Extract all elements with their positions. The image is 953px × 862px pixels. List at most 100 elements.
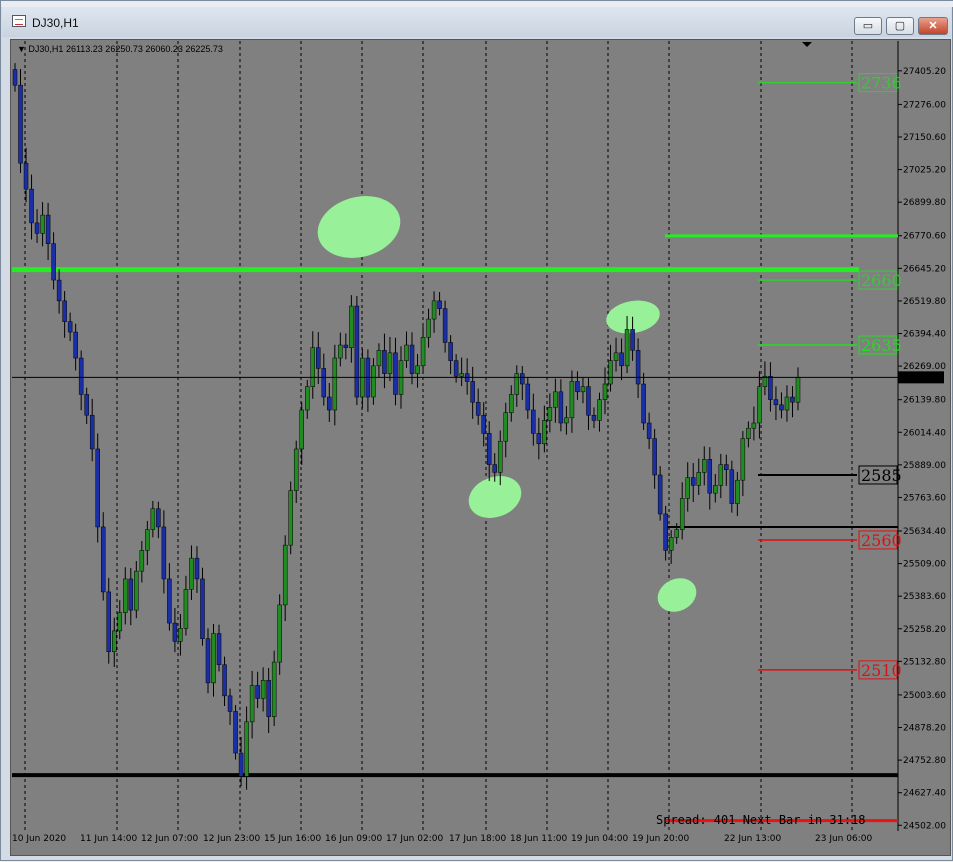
level-label: 2736 (861, 74, 902, 93)
x-tick-label: 17 Jun 18:00 (449, 834, 506, 844)
candle-body (343, 344, 349, 348)
candle-body (404, 344, 409, 361)
candle-body (282, 544, 288, 606)
y-tick-label: 26139.80 (903, 396, 946, 406)
candle-body (580, 386, 586, 393)
candle-body (696, 472, 701, 486)
y-tick-label: 25509.00 (903, 560, 946, 570)
candle-body (426, 318, 431, 338)
candle-body (316, 347, 321, 369)
candle-body (713, 485, 718, 494)
candle-body (73, 331, 78, 359)
candle-body (112, 630, 117, 652)
y-tick-label: 25003.60 (903, 691, 946, 701)
candle-body (123, 578, 128, 613)
candle-body (724, 464, 729, 471)
candle-body (751, 422, 757, 429)
candle-body (183, 589, 189, 629)
current-price-label: 26225.73 (901, 374, 944, 384)
candle-body (448, 342, 453, 361)
candle-body (371, 365, 376, 398)
candle-body (216, 633, 222, 665)
x-tick-label: 15 Jun 16:00 (264, 834, 321, 844)
candle-body (602, 383, 608, 400)
candle-body (569, 381, 575, 419)
candle-body (586, 386, 591, 416)
candle-body (200, 578, 205, 639)
candle-body (525, 383, 531, 411)
candle-body (564, 417, 569, 424)
candle-body (459, 373, 464, 377)
candle-body (657, 474, 663, 515)
candle-body (194, 557, 200, 580)
level-label: 2560 (861, 531, 902, 550)
y-tick-label: 26899.80 (903, 198, 946, 208)
candle-body (56, 279, 62, 302)
candle-body (470, 381, 475, 403)
x-tick-label: 11 Jun 14:00 (80, 834, 137, 844)
candle-body (354, 305, 360, 398)
candle-body (139, 550, 145, 572)
candle-body (338, 344, 343, 359)
y-tick-label: 26645.20 (903, 264, 946, 274)
candle-body (757, 386, 762, 424)
chart-shift-marker (802, 42, 812, 47)
candle-body (45, 214, 51, 244)
chart-canvas[interactable]: 10 Jun 2020 11 Jun 14:00 12 Jun 07:00 12 Ju… (1, 1, 953, 862)
y-tick-label: 25132.80 (903, 657, 946, 667)
candle-body (227, 695, 233, 712)
candle-body (178, 628, 183, 642)
candle-body (497, 440, 503, 473)
level-label: 2585 (861, 466, 902, 485)
candle-body (233, 711, 238, 754)
y-tick-label: 24878.20 (903, 724, 946, 734)
spread-annotation: Spread: 401 Next Bar in 31:18 (656, 813, 866, 827)
candle-body (62, 300, 67, 322)
candle-body (205, 638, 211, 684)
candle-body (735, 479, 740, 504)
y-tick-label: 25383.60 (903, 592, 946, 602)
candle-body (481, 414, 486, 434)
candle-body (310, 347, 316, 387)
candle-body (779, 404, 784, 411)
x-tick-label: 12 Jun 23:00 (203, 834, 260, 844)
candle-body (729, 469, 735, 504)
candle-body (437, 300, 442, 309)
x-tick-label: 19 Jun 20:00 (632, 834, 689, 844)
candle-body (531, 409, 536, 434)
candle-body (536, 433, 542, 445)
candle-body (134, 570, 139, 611)
candle-body (591, 414, 597, 421)
y-tick-label: 26519.80 (903, 297, 946, 307)
candle-body (740, 438, 746, 481)
candle-body (95, 448, 100, 528)
y-tick-label: 26394.40 (903, 330, 946, 340)
candle-body (172, 622, 178, 642)
candle-body (117, 612, 123, 632)
candle-body (167, 578, 172, 624)
y-tick-label: 27025.20 (903, 166, 946, 176)
candle-body (597, 399, 602, 421)
y-tick-label: 24627.40 (903, 789, 946, 799)
candle-body (299, 409, 304, 450)
candle-body (503, 412, 509, 442)
candle-body (255, 685, 260, 699)
candle-body (431, 300, 437, 320)
candle-body (663, 513, 668, 551)
candle-body (575, 381, 580, 393)
candle-body (40, 214, 45, 234)
candle-body (382, 349, 387, 374)
x-tick-label: 22 Jun 13:00 (724, 834, 781, 844)
x-tick-label: 18 Jun 11:00 (510, 834, 567, 844)
candle-body (635, 349, 641, 385)
candle-body (773, 399, 779, 406)
candle-body (293, 448, 299, 491)
candle-body (189, 557, 194, 590)
candle-body (222, 664, 227, 697)
candle-body (613, 352, 619, 361)
level-label: 2635 (861, 336, 902, 355)
y-tick-label: 27405.20 (903, 67, 946, 77)
candle-body (553, 391, 558, 408)
candle-body (244, 721, 249, 777)
candle-body (542, 420, 547, 445)
